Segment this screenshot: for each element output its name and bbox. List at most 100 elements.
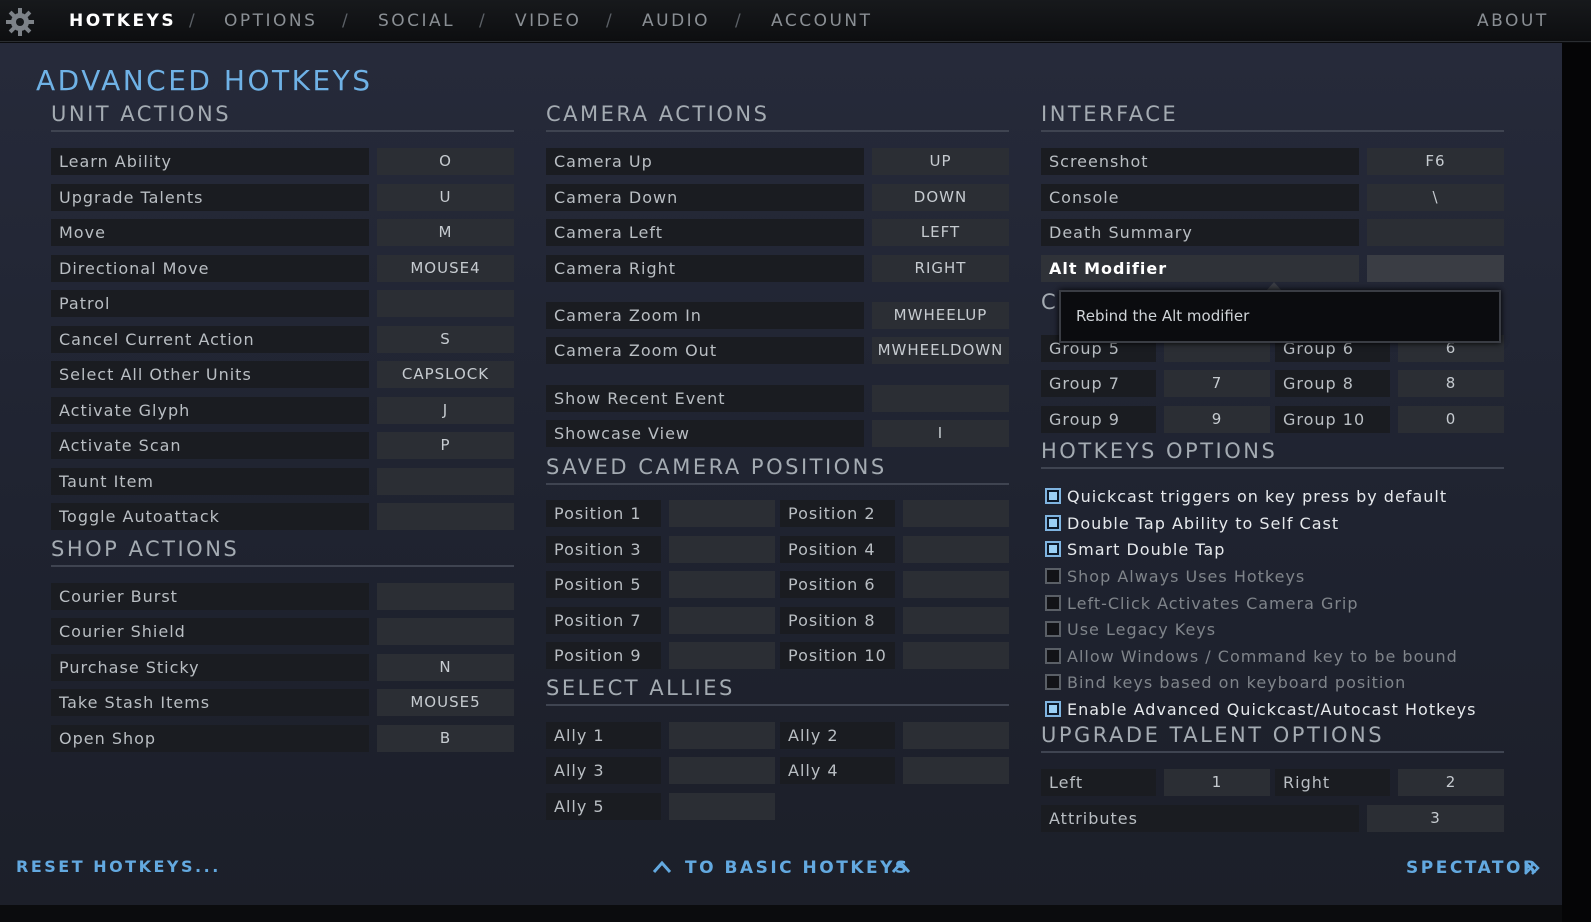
hotkey-binding[interactable] xyxy=(903,500,1009,527)
checkbox-windows-key-bound[interactable]: Allow Windows / Command key to be bound xyxy=(1045,646,1515,668)
hotkey-binding[interactable] xyxy=(903,722,1009,749)
checkbox-keyboard-position[interactable]: Bind keys based on keyboard position xyxy=(1045,672,1515,694)
hotkey-binding[interactable] xyxy=(669,757,775,784)
to-basic-hotkeys-button[interactable]: TO BASIC HOTKEYS xyxy=(685,858,910,878)
hotkey-binding[interactable] xyxy=(1367,219,1504,246)
tab-video[interactable]: VIDEO xyxy=(515,11,581,31)
tab-audio[interactable]: AUDIO xyxy=(642,11,710,31)
hotkey-binding[interactable] xyxy=(669,571,775,598)
checkbox-left-click-camera-grip[interactable]: Left-Click Activates Camera Grip xyxy=(1045,593,1515,615)
hotkey-binding[interactable] xyxy=(903,571,1009,598)
hotkey-binding[interactable]: B xyxy=(377,725,514,752)
hotkey-binding[interactable] xyxy=(903,536,1009,563)
unit-actions-title: UNIT ACTIONS xyxy=(51,102,232,126)
hotkey-binding[interactable] xyxy=(377,290,514,317)
checkbox-advanced-quickcast[interactable]: Enable Advanced Quickcast/Autocast Hotke… xyxy=(1045,699,1515,721)
hotkey-label: Attributes xyxy=(1041,805,1359,832)
tab-options[interactable]: OPTIONS xyxy=(224,11,317,31)
hotkey-binding[interactable]: \ xyxy=(1367,184,1504,211)
checkbox-shop-uses-hotkeys[interactable]: Shop Always Uses Hotkeys xyxy=(1045,566,1515,588)
hotkey-binding[interactable]: 7 xyxy=(1164,370,1270,397)
hotkey-label: Position 2 xyxy=(780,500,895,527)
hotkey-binding[interactable] xyxy=(377,583,514,610)
spectator-button[interactable]: SPECTATOR xyxy=(1406,858,1539,878)
hotkey-binding[interactable]: MWHEELDOWN xyxy=(872,337,1009,364)
saved-camera-title: SAVED CAMERA POSITIONS xyxy=(546,455,887,479)
hotkey-binding[interactable]: F6 xyxy=(1367,148,1504,175)
hotkey-binding[interactable]: 3 xyxy=(1367,805,1504,832)
checkbox[interactable] xyxy=(1045,541,1061,557)
checkbox[interactable] xyxy=(1045,701,1061,717)
hotkey-binding[interactable] xyxy=(377,618,514,645)
hotkey-binding[interactable] xyxy=(669,536,775,563)
tab-account[interactable]: ACCOUNT xyxy=(771,11,873,31)
alt-modifier-binding[interactable] xyxy=(1367,255,1504,282)
shop-actions-title: SHOP ACTIONS xyxy=(51,537,240,561)
checkbox[interactable] xyxy=(1045,595,1061,611)
hotkey-binding[interactable]: MWHEELUP xyxy=(872,302,1009,329)
hotkey-label: Position 3 xyxy=(546,536,661,563)
hotkey-binding[interactable] xyxy=(903,607,1009,634)
nav-separator: / xyxy=(479,11,485,31)
hotkey-binding[interactable]: RIGHT xyxy=(872,255,1009,282)
hotkey-binding[interactable] xyxy=(669,793,775,820)
nav-separator: / xyxy=(189,11,195,31)
checkbox-double-tap-self-cast[interactable]: Double Tap Ability to Self Cast xyxy=(1045,513,1515,535)
hotkey-binding[interactable] xyxy=(903,642,1009,669)
hotkey-binding[interactable]: I xyxy=(872,420,1009,447)
hotkey-binding[interactable]: CAPSLOCK xyxy=(377,361,514,388)
hotkey-binding[interactable] xyxy=(377,503,514,530)
hotkey-label: Activate Scan xyxy=(51,432,369,459)
hotkey-binding[interactable]: UP xyxy=(872,148,1009,175)
hotkey-binding[interactable] xyxy=(903,757,1009,784)
hotkey-binding[interactable]: LEFT xyxy=(872,219,1009,246)
tab-hotkeys[interactable]: HOTKEYS xyxy=(69,11,176,31)
hotkey-label: Activate Glyph xyxy=(51,397,369,424)
hotkey-binding[interactable] xyxy=(377,468,514,495)
chevron-up-icon[interactable] xyxy=(891,860,911,874)
hotkey-binding[interactable] xyxy=(669,642,775,669)
hotkey-label: Toggle Autoattack xyxy=(51,503,369,530)
checkbox[interactable] xyxy=(1045,568,1061,584)
hotkey-label: Ally 4 xyxy=(780,757,895,784)
chevron-up-icon[interactable] xyxy=(652,860,672,874)
hotkey-binding[interactable]: 1 xyxy=(1164,769,1270,796)
hotkey-label: Camera Left xyxy=(546,219,864,246)
hotkey-binding[interactable]: MOUSE4 xyxy=(377,255,514,282)
hotkey-binding[interactable]: J xyxy=(377,397,514,424)
checkbox[interactable] xyxy=(1045,648,1061,664)
hotkey-binding[interactable] xyxy=(872,385,1009,412)
checkbox[interactable] xyxy=(1045,515,1061,531)
hotkey-binding[interactable]: O xyxy=(377,148,514,175)
checkbox-smart-double-tap[interactable]: Smart Double Tap xyxy=(1045,539,1515,561)
tab-social[interactable]: SOCIAL xyxy=(378,11,455,31)
double-chevron-right-icon[interactable] xyxy=(1523,860,1541,876)
gear-icon[interactable] xyxy=(5,7,35,37)
hotkey-binding[interactable]: N xyxy=(377,654,514,681)
checkbox-label: Shop Always Uses Hotkeys xyxy=(1067,567,1306,586)
select-allies-title: SELECT ALLIES xyxy=(546,676,735,700)
hotkey-binding[interactable]: MOUSE5 xyxy=(377,689,514,716)
checkbox[interactable] xyxy=(1045,621,1061,637)
hotkey-binding[interactable]: P xyxy=(377,432,514,459)
hotkey-binding[interactable]: 8 xyxy=(1398,370,1504,397)
tab-about[interactable]: ABOUT xyxy=(1477,11,1549,31)
checkbox[interactable] xyxy=(1045,674,1061,690)
checkbox-quickcast-on-press[interactable]: Quickcast triggers on key press by defau… xyxy=(1045,486,1515,508)
reset-hotkeys-button[interactable]: RESET HOTKEYS... xyxy=(16,857,221,876)
hotkey-binding[interactable]: S xyxy=(377,326,514,353)
page-title: ADVANCED HOTKEYS xyxy=(36,64,373,97)
checkbox[interactable] xyxy=(1045,488,1061,504)
hotkey-binding[interactable]: 9 xyxy=(1164,406,1270,433)
hotkey-binding[interactable]: 2 xyxy=(1398,769,1504,796)
hotkey-binding[interactable]: U xyxy=(377,184,514,211)
hotkey-binding[interactable]: M xyxy=(377,219,514,246)
section-divider xyxy=(1041,467,1504,469)
hotkey-binding[interactable]: DOWN xyxy=(872,184,1009,211)
hotkey-binding[interactable] xyxy=(669,500,775,527)
hotkey-binding[interactable]: 0 xyxy=(1398,406,1504,433)
hotkey-binding[interactable] xyxy=(669,722,775,749)
camera-actions-title: CAMERA ACTIONS xyxy=(546,102,770,126)
hotkey-binding[interactable] xyxy=(669,607,775,634)
checkbox-legacy-keys[interactable]: Use Legacy Keys xyxy=(1045,619,1515,641)
